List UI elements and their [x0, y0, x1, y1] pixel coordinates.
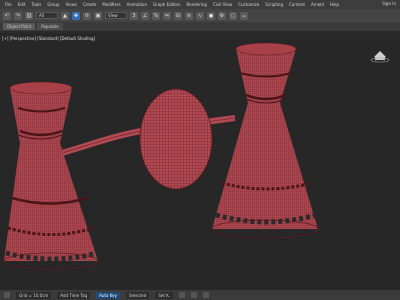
select-scale-button[interactable]: ▣ [94, 11, 102, 20]
layer-explorer-button[interactable]: ≡ [185, 11, 193, 20]
menu-views[interactable]: Views [66, 2, 78, 7]
render-frame-button[interactable]: ▢ [229, 11, 237, 20]
lock-icon[interactable] [4, 292, 10, 298]
menu-help[interactable]: Help [330, 2, 339, 7]
menu-modifiers[interactable]: Modifiers [102, 2, 120, 7]
menu-scripting[interactable]: Scripting [265, 2, 283, 7]
render-setup-button[interactable]: ⚙ [218, 11, 226, 20]
viewcube[interactable] [370, 45, 390, 63]
render-button[interactable]: ☕ [240, 11, 248, 20]
wall-lamp-model [3, 42, 319, 270]
tab-populate[interactable]: Populate [37, 23, 63, 30]
menu-customize[interactable]: Customize [238, 2, 259, 7]
grid-readout: Grid = 10.0cm [16, 291, 52, 299]
menu-edit[interactable]: Edit [18, 2, 26, 7]
redo-button[interactable]: ↷ [14, 11, 22, 20]
tab-object-paint[interactable]: Object Paint [3, 23, 36, 30]
viewport-label[interactable]: [+] [Perspective] [Standard] [Default Sh… [2, 36, 95, 41]
status-bar: Grid = 10.0cm Add Time Tag Auto Key Sele… [0, 290, 400, 300]
wall-plate [139, 88, 213, 190]
menu-civil-view[interactable]: Civil View [213, 2, 232, 7]
home-icon [370, 51, 390, 63]
key-filter-dropdown[interactable]: Selected [125, 291, 150, 299]
main-toolbar: ↶ ↷ ⛓ All ▲ ✥ ⟳ ▣ View 3 ∠ % ⇋ ⊟ ≡ ∿ ● ⚙… [0, 9, 400, 22]
material-editor-button[interactable]: ● [207, 11, 215, 20]
pan-icon[interactable] [203, 292, 210, 298]
set-key-button[interactable]: Set K. [155, 291, 174, 299]
selection-filter-dropdown[interactable]: All [36, 12, 58, 19]
ribbon: Object Paint Populate [0, 22, 400, 31]
percent-snap-button[interactable]: % [152, 11, 160, 20]
menu-group[interactable]: Group [47, 2, 59, 7]
menu-file[interactable]: File [5, 2, 12, 7]
menu-create[interactable]: Create [83, 2, 96, 7]
right-shade [211, 42, 319, 239]
zoom-icon[interactable] [191, 292, 198, 298]
auto-key-button[interactable]: Auto Key [96, 291, 120, 299]
menu-content[interactable]: Content [289, 2, 305, 7]
reference-coordinate-dropdown[interactable]: View [105, 12, 127, 19]
left-shade [3, 81, 99, 270]
mirror-button[interactable]: ⇋ [163, 11, 171, 20]
menu-rendering[interactable]: Rendering [187, 2, 207, 7]
menu-bar: File Edit Tools Group Views Create Modif… [0, 0, 400, 9]
menu-graph-editors[interactable]: Graph Editors [153, 2, 180, 7]
select-object-button[interactable]: ▲ [61, 11, 69, 20]
snap-toggle-button[interactable]: 3 [130, 11, 138, 20]
time-tag-button[interactable]: Add Time Tag [57, 291, 91, 299]
sign-in-link[interactable]: Sign In [382, 1, 396, 6]
link-button[interactable]: ⛓ [25, 11, 33, 20]
undo-button[interactable]: ↶ [3, 11, 11, 20]
menu-animation[interactable]: Animation [127, 2, 147, 7]
menu-arnold[interactable]: Arnold [311, 2, 324, 7]
angle-snap-button[interactable]: ∠ [141, 11, 149, 20]
play-icon[interactable] [179, 292, 186, 298]
align-button[interactable]: ⊟ [174, 11, 182, 20]
curve-editor-button[interactable]: ∿ [196, 11, 204, 20]
perspective-viewport[interactable] [0, 33, 400, 290]
menu-tools[interactable]: Tools [31, 2, 41, 7]
select-move-button[interactable]: ✥ [72, 11, 80, 20]
select-rotate-button[interactable]: ⟳ [83, 11, 91, 20]
